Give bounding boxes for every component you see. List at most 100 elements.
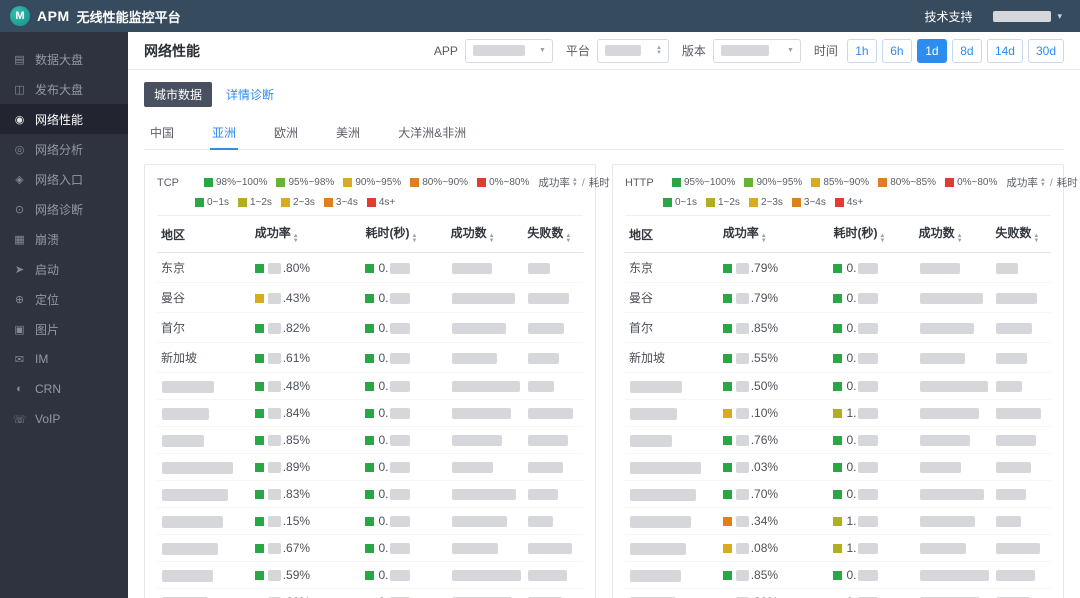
legend-item: 95%~98%	[276, 177, 334, 188]
time-button-14d[interactable]: 14d	[986, 38, 1023, 63]
location-icon: ⊕	[14, 293, 25, 306]
column-header-fail-count[interactable]: 失败数 ▲ ▼	[523, 215, 583, 253]
rate-time-sort[interactable]: 成功率▲▼/耗时▲▼	[1006, 175, 1080, 190]
panel-http: HTTP 95%~100% 90%~95% 85%~90% 80%~85% 0%~80% 成…	[612, 164, 1080, 598]
platform-select[interactable]: ▲ ▼	[596, 38, 669, 63]
sidebar-item-network-performance[interactable]: ◉ 网络性能	[0, 104, 128, 134]
column-header-elapsed[interactable]: 耗时(秒) ▲ ▼	[829, 215, 915, 253]
redacted-text	[267, 352, 281, 364]
time-value: 0.	[378, 514, 389, 528]
table-row: .84% 0.	[157, 399, 583, 427]
redacted-text	[735, 570, 749, 582]
sidebar-item-network-diagnosis[interactable]: ⊙ 网络诊断	[0, 194, 128, 224]
legend-item: 0%~80%	[945, 177, 997, 188]
redacted-text	[528, 516, 554, 528]
table-row: .10% 1.	[625, 399, 1051, 427]
sort-rate-label: 成功率	[1006, 177, 1038, 189]
column-header-region: 地区	[157, 215, 251, 253]
legend-item: 0~1s	[195, 197, 229, 208]
column-header-elapsed[interactable]: 耗时(秒) ▲ ▼	[361, 215, 447, 253]
column-header-success-rate[interactable]: 成功率 ▲ ▼	[718, 215, 830, 253]
column-header-fail-count[interactable]: 失败数 ▲ ▼	[991, 215, 1051, 253]
fail-count-cell	[523, 282, 583, 313]
region-tab[interactable]: 中国	[148, 117, 176, 150]
region-tab[interactable]: 美洲	[334, 117, 362, 150]
column-header-success-count[interactable]: 成功数 ▲ ▼	[914, 215, 992, 253]
redacted-text	[630, 488, 696, 501]
sort-icon: ▲▼	[571, 176, 578, 188]
redacted-text	[919, 516, 975, 528]
region-cell: 东京	[625, 252, 719, 283]
tab-detail-diagnosis[interactable]: 详情诊断	[226, 86, 274, 103]
sidebar-item-im[interactable]: ✉ IM	[0, 344, 128, 374]
sidebar-item-crn[interactable]: ◐ CRN	[0, 374, 128, 404]
sidebar-item-voip[interactable]: ☏ VoIP	[0, 404, 128, 434]
sidebar-item-crash[interactable]: ▦ 崩溃	[0, 224, 128, 254]
time-value: 0.	[378, 541, 389, 555]
column-header-success-count[interactable]: 成功数 ▲ ▼	[446, 215, 524, 253]
user-menu[interactable]: ▾	[992, 10, 1062, 22]
legend-label: 1~2s	[717, 197, 740, 208]
time-value: 0.	[846, 568, 857, 582]
region-tab[interactable]: 欧洲	[272, 117, 300, 150]
column-header-success-rate[interactable]: 成功率 ▲ ▼	[250, 215, 362, 253]
sidebar-item-label: 网络入口	[35, 172, 84, 187]
fail-count-cell	[523, 588, 583, 598]
region-tab[interactable]: 大洋洲&非洲	[396, 117, 468, 150]
redacted-text	[528, 408, 574, 420]
app-layout: ▤ 数据大盘 ◫ 发布大盘 ◉ 网络性能 ◎ 网络分析 ◈ 网络入口 ⊙ 网络诊断 ▦ 崩溃 ➤ 启动 ⊕ 定位 ▣…	[0, 32, 1080, 598]
table-row: .15% 0.	[157, 507, 583, 535]
redacted-text	[528, 435, 569, 447]
success-count-cell	[446, 453, 524, 481]
region-tab[interactable]: 亚洲	[210, 117, 239, 150]
status-square-icon	[365, 517, 375, 526]
redacted-text	[528, 352, 560, 364]
sidebar-item-network-entry[interactable]: ◈ 网络入口	[0, 164, 128, 194]
sidebar-item-data-dashboard[interactable]: ▤ 数据大盘	[0, 44, 128, 74]
sidebar-item-network-analysis[interactable]: ◎ 网络分析	[0, 134, 128, 164]
legend-label: 95%~100%	[684, 177, 736, 188]
status-square-icon	[791, 198, 801, 207]
time-button-30d[interactable]: 30d	[1027, 38, 1064, 63]
redacted-text	[267, 381, 281, 393]
redacted-text	[162, 488, 228, 501]
region-cell: 新加坡	[157, 342, 251, 373]
sidebar-item-release-dashboard[interactable]: ◫ 发布大盘	[0, 74, 128, 104]
sort-icon: ▲▼	[1033, 233, 1040, 244]
sidebar-item-location[interactable]: ⊕ 定位	[0, 284, 128, 314]
sidebar-item-image[interactable]: ▣ 图片	[0, 314, 128, 344]
status-square-icon	[365, 490, 375, 499]
filter-bar: APP ▼ 平台 ▲ ▼ 版本 ▼ 时间 1h 6h 1d 8d 14d 30d	[428, 38, 1064, 63]
version-select[interactable]: ▼	[712, 38, 801, 63]
status-square-icon	[722, 463, 732, 472]
time-button-8d[interactable]: 8d	[951, 38, 982, 63]
status-square-icon	[945, 178, 955, 187]
redacted-text	[472, 45, 525, 56]
legend-label: 80%~85%	[890, 177, 937, 188]
region-tabs: 中国 亚洲 欧洲 美洲 大洋洲&非洲	[144, 117, 1064, 150]
success-rate-cell: .08%	[718, 534, 830, 562]
success-rate-cell: .59%	[250, 561, 362, 589]
fail-count-cell	[523, 372, 583, 400]
legend-label: 1~2s	[249, 197, 272, 208]
panel-tcp: TCP 98%~100% 95%~98% 90%~95% 80%~90% 0%~80% 成功…	[144, 164, 618, 598]
redacted-text	[858, 435, 879, 447]
time-button-1d[interactable]: 1d	[916, 38, 947, 63]
redacted-text	[735, 322, 749, 334]
status-square-icon	[833, 490, 843, 499]
rate-time-sort[interactable]: 成功率▲▼/耗时▲▼	[538, 175, 617, 190]
status-square-icon	[833, 463, 843, 472]
tab-city-data[interactable]: 城市数据	[144, 82, 213, 107]
app-select[interactable]: ▼	[464, 38, 553, 63]
sidebar-item-launch[interactable]: ➤ 启动	[0, 254, 128, 284]
status-square-icon	[722, 293, 732, 303]
support-link[interactable]: 技术支持	[924, 8, 972, 25]
time-button-6h[interactable]: 6h	[881, 38, 912, 63]
redacted-text	[919, 292, 983, 304]
legend-label: 80%~90%	[422, 177, 469, 188]
time-button-1h[interactable]: 1h	[846, 38, 877, 63]
time-value: 0.	[846, 350, 857, 365]
legend-label: 90%~95%	[355, 177, 402, 188]
redacted-text	[858, 516, 879, 528]
table-row: .48% 0.	[157, 372, 583, 400]
